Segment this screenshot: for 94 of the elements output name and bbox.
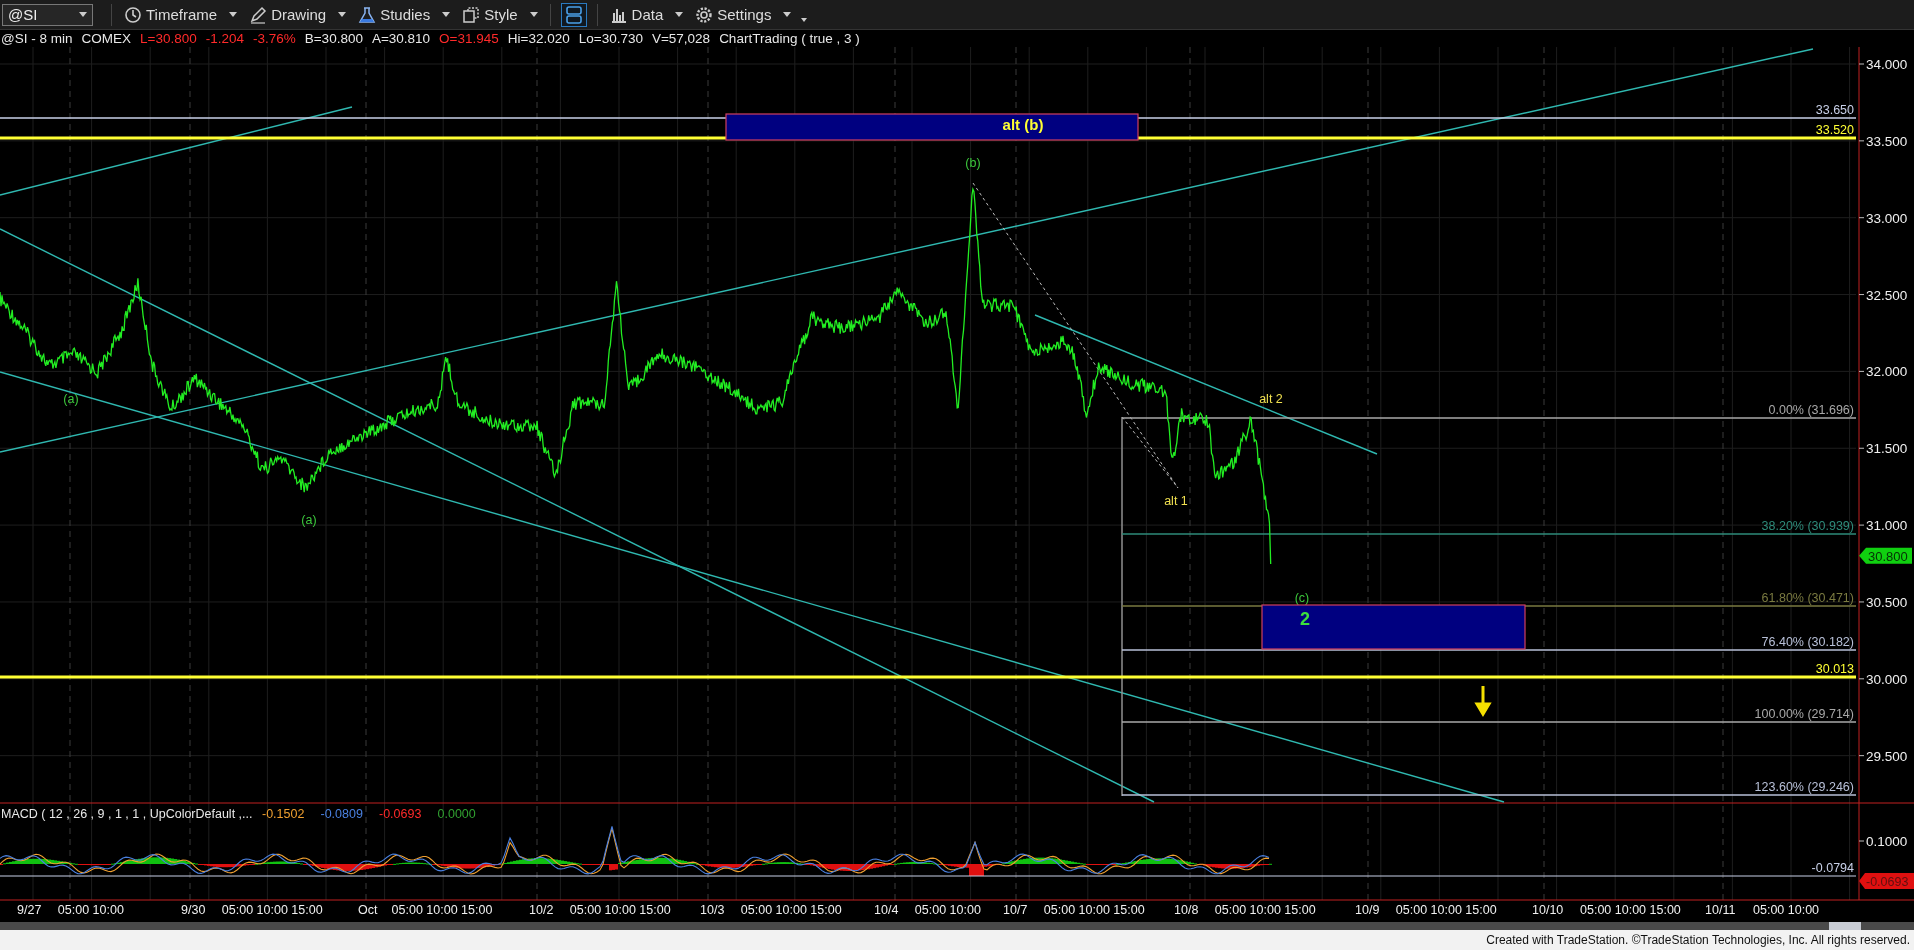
indicator-title: MACD ( 12 , 26 , 9 , 1 , 1 , UpColorDefault ,...	[1, 807, 253, 821]
quote-field: -1.204	[205, 31, 244, 46]
scrollbar[interactable]	[0, 922, 1914, 930]
time-label: 05:00 10:00 15:00	[1580, 903, 1681, 917]
menu-button[interactable]: Drawing	[243, 1, 353, 28]
down-arrow-icon	[1475, 684, 1491, 717]
squares-icon	[462, 5, 481, 24]
axis-label: 32.500	[1866, 287, 1908, 303]
menu-button[interactable]: Style	[456, 1, 544, 28]
wave-label: (c)	[1294, 591, 1310, 605]
date-label: 10/8	[1174, 903, 1199, 917]
date-label: 10/11	[1705, 903, 1736, 917]
level-label: 123.60% (29.246)	[1754, 780, 1854, 794]
menu-button[interactable]: Studies	[352, 1, 457, 28]
wave-label: alt 1	[1164, 494, 1188, 508]
axis-label: 29.500	[1866, 748, 1908, 764]
level-label: 0.00% (31.696)	[1768, 403, 1854, 417]
menu-button[interactable]: Settings	[689, 1, 798, 28]
time-label: 05:00 10:00	[57, 903, 124, 917]
time-label: 05:00 10:00	[1753, 903, 1820, 917]
quote-field: A=30.810	[371, 31, 431, 46]
date-label: 10/2	[529, 903, 554, 917]
wave-label: (a)	[301, 513, 317, 527]
scrollbar-thumb[interactable]	[1829, 922, 1861, 930]
quote-field: COMEX	[81, 31, 131, 46]
menu-button[interactable]: Data	[603, 1, 690, 28]
copyright-text: Created with TradeStation. ©TradeStation Technologies, Inc. All rights reserved.	[1486, 933, 1910, 947]
wave-label: (a)	[63, 392, 79, 406]
level-label: 100.00% (29.714)	[1754, 707, 1854, 721]
quote-field: O=31.945	[439, 31, 499, 46]
indicator-value: 0.0000	[437, 807, 476, 821]
wave-label: alt (b)	[1002, 116, 1044, 133]
clock-icon	[124, 5, 142, 24]
level-label: 38.20% (30.939)	[1761, 519, 1854, 533]
pencil-icon	[249, 5, 268, 24]
caret-icon	[229, 12, 238, 17]
axis-label: 31.000	[1866, 518, 1908, 534]
date-label: 10/10	[1532, 903, 1564, 917]
caret-icon	[675, 12, 684, 17]
level-label: 33.650	[1815, 103, 1854, 117]
time-label: 05:00 10:00 15:00	[569, 903, 671, 917]
settings-icon	[695, 5, 714, 24]
caret-icon	[801, 17, 808, 22]
indicator-value-badge: -0.0693	[1859, 873, 1914, 889]
time-label: 05:00 10:00 15:00	[1395, 903, 1497, 917]
level-label: -0.0794	[1811, 861, 1854, 875]
date-label: 10/9	[1355, 903, 1380, 917]
time-label: 05:00 10:00 15:00	[1043, 903, 1145, 917]
indicator-value: -0.0693	[379, 807, 422, 821]
caret-icon	[79, 12, 87, 17]
quote-field: Lo=30.730	[578, 31, 643, 46]
axis-label: 30.500	[1866, 594, 1908, 610]
quote-field: L=30.800	[140, 31, 197, 46]
axis-label: 33.000	[1866, 210, 1908, 226]
quote-field: -3.76%	[252, 31, 296, 46]
axis-label: 31.500	[1866, 441, 1908, 457]
axis-label: 33.500	[1866, 133, 1908, 149]
level-label: 76.40% (30.182)	[1761, 635, 1854, 649]
quote-field: Hi=32.020	[507, 31, 570, 46]
level-label: 61.80% (30.471)	[1761, 591, 1854, 605]
layout-toggle-button[interactable]	[560, 2, 587, 27]
date-label: 10/3	[700, 903, 725, 917]
time-label: 05:00 10:00	[914, 903, 981, 917]
date-label: 10/7	[1003, 903, 1028, 917]
level-label: 33.520	[1815, 123, 1854, 137]
date-label: 9/27	[17, 903, 42, 917]
axis-label: 34.000	[1866, 57, 1908, 72]
wave-label: alt 2	[1259, 392, 1283, 406]
indicator-value: -0.0809	[320, 807, 363, 821]
caret-icon	[338, 12, 347, 17]
time-label: 05:00 10:00 15:00	[1214, 903, 1316, 917]
axis-label: 30.000	[1866, 671, 1908, 687]
level-label: 30.013	[1815, 662, 1854, 676]
quote-field: @SI - 8 min	[1, 31, 73, 46]
axis-label: 32.000	[1866, 364, 1908, 380]
time-label: 05:00 10:00 15:00	[221, 903, 323, 917]
date-label: 9/30	[181, 903, 206, 917]
indicator-value: -0.1502	[262, 807, 305, 821]
quote-field: V=57,028	[651, 31, 711, 46]
quote-field: ChartTrading ( true , 3 )	[719, 31, 860, 46]
menu-button[interactable]: Timeframe	[118, 1, 244, 28]
caret-icon	[529, 12, 538, 17]
axis-label: 0.1000	[1866, 834, 1908, 849]
date-label: Oct	[358, 903, 378, 917]
caret-icon	[442, 12, 451, 17]
time-label: 05:00 10:00 15:00	[391, 903, 493, 917]
wave-label: (b)	[965, 156, 981, 170]
quote-field: B=30.800	[304, 31, 363, 46]
flask-icon	[358, 5, 377, 24]
last-price-badge: 30.800	[1859, 547, 1912, 564]
date-label: 10/4	[874, 903, 899, 917]
wave-label: 2	[1300, 609, 1310, 629]
time-label: 05:00 10:00 15:00	[740, 903, 842, 917]
symbol-dropdown[interactable]: @SI	[2, 3, 93, 26]
